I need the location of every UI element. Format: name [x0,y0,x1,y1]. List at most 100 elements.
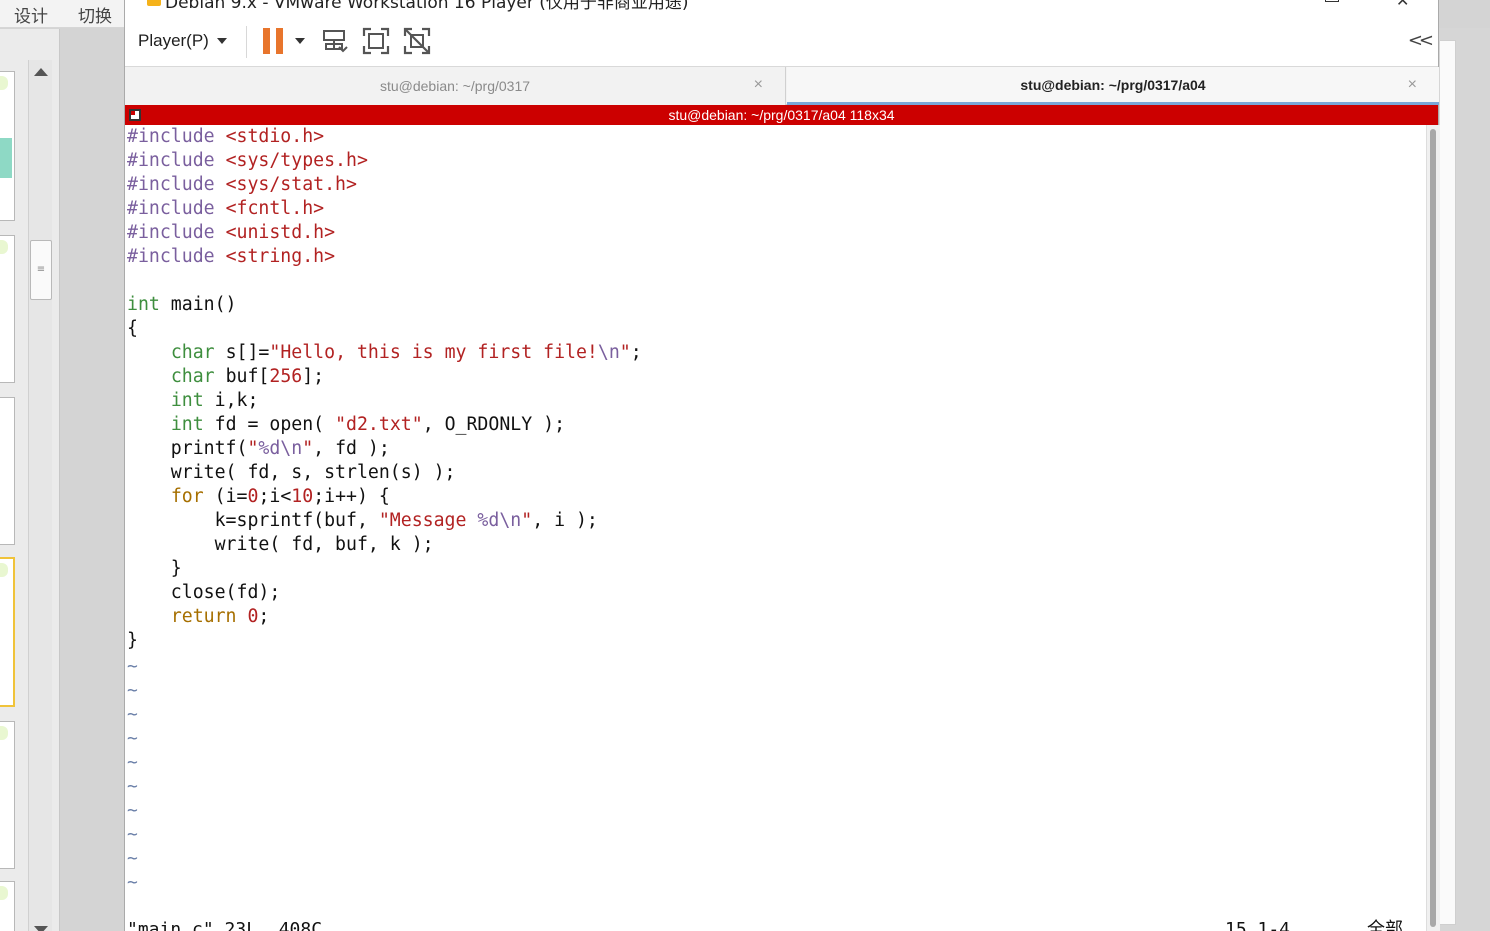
code-token: ; [630,342,642,363]
slide-thumbnail-pane: ✕ ≡ [0,29,60,931]
code-line: char s[]="Hello, this is my first file!\… [127,341,642,365]
vmware-player-window: Debian 9.x - VMware Workstation 16 Playe… [124,0,1440,931]
code-line: write( fd, buf, k ); [127,533,434,557]
vim-tilde-marker: ~ [127,872,138,893]
terminal-titlebar: stu@debian: ~/prg/0317/a04 118x34 [125,105,1438,125]
code-line: #include <fcntl.h> [127,197,324,221]
code-token: write( fd, s, strlen(s) ); [127,462,456,483]
toolbar-separator [246,26,247,58]
code-token: , fd ); [313,438,390,459]
collapse-library-icon[interactable]: << [1408,30,1434,51]
code-token: #include [127,150,226,171]
slide-thumbnail-selected[interactable] [0,557,15,707]
tab-close-icon[interactable]: × [754,76,763,94]
code-token: } [127,630,138,651]
code-token: <sys/types.h> [225,150,368,171]
vim-file-status: "main.c" 23L, 408C [127,919,323,931]
code-token: , i ); [532,510,598,531]
scroll-thumb[interactable]: ≡ [30,240,52,300]
vim-tilde-marker: ~ [127,824,138,845]
code-line: int i,k; [127,389,259,413]
code-token: close(fd); [127,582,281,603]
code-token: "d2.txt" [335,414,423,435]
tab-close-icon[interactable]: × [1408,76,1417,94]
code-token: %d\n [258,438,303,459]
slide-thumbnail[interactable] [0,881,15,931]
code-line: #include <stdio.h> [127,125,324,149]
code-token: return [170,606,237,627]
terminal-title: stu@debian: ~/prg/0317/a04 118x34 [668,107,895,123]
vim-tilde-marker: ~ [127,752,138,773]
code-token: #include [127,222,226,243]
code-line: #include <sys/stat.h> [127,173,357,197]
code-token: int [127,294,160,315]
slide-thumbnail[interactable] [0,721,15,869]
code-token: %d\n [477,510,522,531]
code-line: char buf[256]; [127,365,324,389]
fullscreen-icon[interactable] [361,26,391,56]
background-ribbon: 设计 切换 [0,0,124,28]
vim-tilde-marker: ~ [127,656,138,677]
tab-terminal-a04[interactable]: stu@debian: ~/prg/0317/a04 × [787,67,1439,105]
tab-terminal-0317[interactable]: stu@debian: ~/prg/0317 × [125,67,786,105]
code-token: "Message [378,510,478,531]
terminal-menu-icon[interactable] [129,109,141,121]
code-token: 0 [247,606,259,627]
background-slide [1440,40,1456,925]
code-line: return 0; [127,605,270,629]
scroll-thumb[interactable] [1430,129,1436,927]
window-titlebar: Debian 9.x - VMware Workstation 16 Playe… [125,0,1438,18]
slide-thumbnail[interactable] [0,235,15,383]
ribbon-tab-transitions[interactable]: 切换 [78,2,112,27]
code-token: " [521,510,533,531]
code-token: } [127,558,182,579]
pause-button[interactable] [263,28,285,54]
terminal-content[interactable]: #include <stdio.h> #include <sys/types.h>… [125,125,1426,931]
code-line: k=sprintf(buf, "Message %d\n", i ); [127,509,598,533]
code-line: #include <unistd.h> [127,221,335,245]
send-ctrl-alt-del-icon[interactable] [320,26,350,56]
code-token: printf( [127,438,248,459]
code-line: int main() [127,293,237,317]
slide-thumbnail[interactable] [0,397,15,545]
code-token: write( fd, buf, k ); [127,534,434,555]
code-token: k=sprintf(buf, [127,510,379,531]
ribbon-tab-design[interactable]: 设计 [14,2,48,27]
code-line: write( fd, s, strlen(s) ); [127,461,456,485]
thumbnail-scrollbar[interactable]: ≡ [28,60,52,931]
code-token: <stdio.h> [225,126,325,147]
code-token: ]; [302,366,325,387]
code-token: #include [127,246,226,267]
slide-thumbnail[interactable] [0,71,15,221]
code-token: ; [258,606,270,627]
unity-mode-icon[interactable] [402,26,432,56]
window-title: Debian 9.x - VMware Workstation 16 Playe… [165,0,689,13]
code-token: " [302,438,314,459]
scroll-up-icon[interactable] [34,68,48,76]
power-options-dropdown[interactable] [295,38,305,44]
code-token: #include [127,126,226,147]
code-token: buf[ [214,366,270,387]
code-line: for (i=0;i<10;i++) { [127,485,390,509]
minimize-icon[interactable] [1325,0,1339,2]
code-token: <sys/stat.h> [225,174,357,195]
scroll-down-icon[interactable] [34,926,48,931]
terminal-scrollbar[interactable] [1426,125,1440,931]
code-token: 0 [247,486,259,507]
code-token: #include [127,198,226,219]
code-token: \n [597,342,620,363]
code-line: { [127,317,138,341]
code-line: #include <sys/types.h> [127,149,368,173]
player-menu-button[interactable]: Player(P) [138,29,227,53]
code-token: " [619,342,631,363]
code-line: #include <string.h> [127,245,335,269]
window-close-icon[interactable]: ✕ [1396,0,1409,10]
code-token: <unistd.h> [225,222,336,243]
tab-label: stu@debian: ~/prg/0317 [379,78,531,94]
